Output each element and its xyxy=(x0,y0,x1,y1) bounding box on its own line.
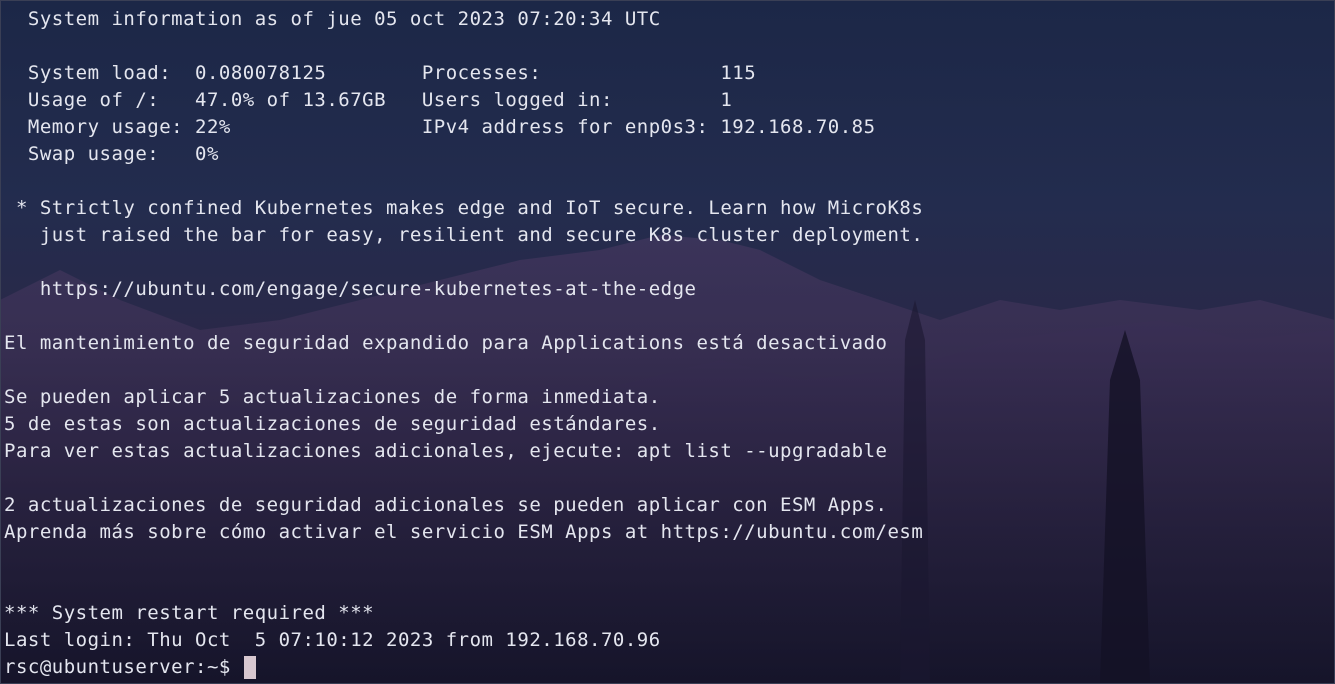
updates-line-2: 5 de estas son actualizaciones de seguri… xyxy=(4,413,661,435)
news-line-1: * Strictly confined Kubernetes makes edg… xyxy=(4,197,924,219)
esm-updates-line-2: Aprenda más sobre cómo activar el servic… xyxy=(4,521,924,543)
esm-status-message: El mantenimiento de seguridad expandido … xyxy=(4,332,888,354)
sysinfo-header: System information as of jue 05 oct 2023… xyxy=(4,8,661,30)
news-line-2: just raised the bar for easy, resilient … xyxy=(4,224,924,246)
last-login-line: Last login: Thu Oct 5 07:10:12 2023 from… xyxy=(4,629,661,651)
esm-updates-line-1: 2 actualizaciones de seguridad adicional… xyxy=(4,494,888,516)
news-link[interactable]: https://ubuntu.com/engage/secure-kuberne… xyxy=(4,276,696,303)
updates-line-3: Para ver estas actualizaciones adicional… xyxy=(4,440,888,462)
updates-line-1: Se pueden aplicar 5 actualizaciones de f… xyxy=(4,386,661,408)
sysinfo-memory-row: Memory usage: 22% IPv4 address for enp0s… xyxy=(4,116,876,138)
terminal-window[interactable]: System information as of jue 05 oct 2023… xyxy=(0,0,1335,684)
sysinfo-load-row: System load: 0.080078125 Processes: 115 xyxy=(4,62,757,84)
restart-required-message: *** System restart required *** xyxy=(4,602,375,624)
sysinfo-usage-row: Usage of /: 47.0% of 13.67GB Users logge… xyxy=(4,89,733,111)
shell-prompt[interactable]: rsc@ubuntuserver:~$ xyxy=(4,654,243,681)
sysinfo-swap-row: Swap usage: 0% xyxy=(4,143,219,165)
text-cursor xyxy=(244,656,256,679)
